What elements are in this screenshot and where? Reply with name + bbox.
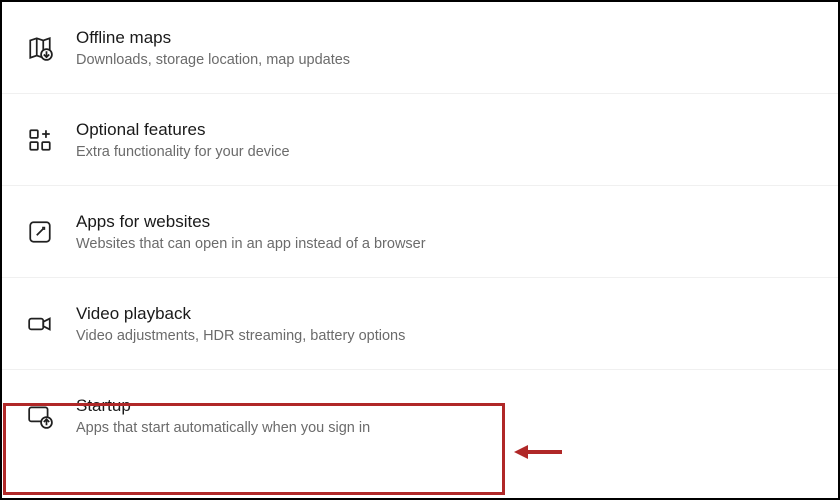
settings-item-optional-features[interactable]: Optional features Extra functionality fo… bbox=[2, 94, 838, 186]
video-camera-icon bbox=[26, 310, 54, 338]
item-desc: Downloads, storage location, map updates bbox=[76, 52, 350, 68]
settings-item-text: Video playback Video adjustments, HDR st… bbox=[76, 304, 405, 344]
settings-item-video-playback[interactable]: Video playback Video adjustments, HDR st… bbox=[2, 278, 838, 370]
item-desc: Apps that start automatically when you s… bbox=[76, 420, 370, 436]
link-square-icon bbox=[26, 218, 54, 246]
settings-item-apps-for-websites[interactable]: Apps for websites Websites that can open… bbox=[2, 186, 838, 278]
startup-icon bbox=[26, 402, 54, 430]
settings-item-text: Apps for websites Websites that can open… bbox=[76, 212, 426, 252]
settings-item-offline-maps[interactable]: Offline maps Downloads, storage location… bbox=[2, 2, 838, 94]
settings-item-text: Startup Apps that start automatically wh… bbox=[76, 396, 370, 436]
settings-item-startup[interactable]: Startup Apps that start automatically wh… bbox=[2, 370, 838, 462]
item-desc: Video adjustments, HDR streaming, batter… bbox=[76, 328, 405, 344]
settings-item-text: Offline maps Downloads, storage location… bbox=[76, 28, 350, 68]
settings-item-text: Optional features Extra functionality fo… bbox=[76, 120, 290, 160]
item-title: Startup bbox=[76, 396, 370, 416]
grid-plus-icon bbox=[26, 126, 54, 154]
item-title: Apps for websites bbox=[76, 212, 426, 232]
map-download-icon bbox=[26, 34, 54, 62]
item-desc: Extra functionality for your device bbox=[76, 144, 290, 160]
settings-list: Offline maps Downloads, storage location… bbox=[2, 2, 838, 462]
item-title: Offline maps bbox=[76, 28, 350, 48]
item-desc: Websites that can open in an app instead… bbox=[76, 236, 426, 252]
item-title: Video playback bbox=[76, 304, 405, 324]
item-title: Optional features bbox=[76, 120, 290, 140]
